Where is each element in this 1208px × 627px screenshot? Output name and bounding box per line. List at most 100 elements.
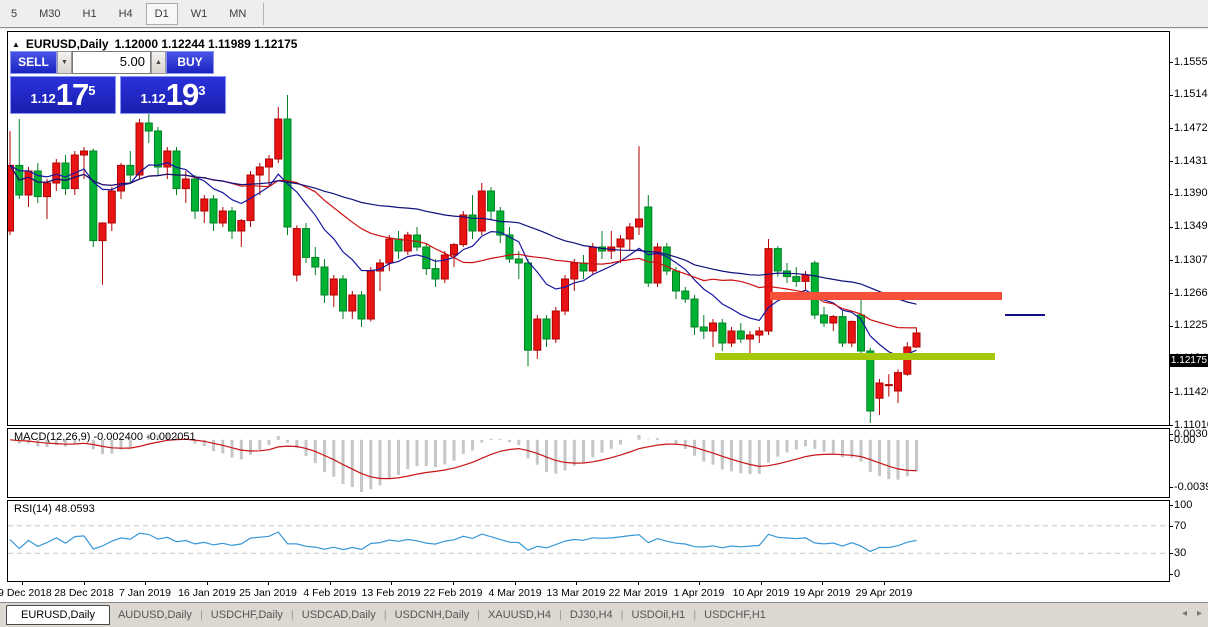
axis-tick <box>453 582 454 585</box>
resistance-line <box>770 292 1002 300</box>
chart-tab-dj30-h4[interactable]: DJ30,H4 <box>562 606 621 624</box>
bid-price-pip-digit: 5 <box>88 84 95 97</box>
timeframe-button-mn[interactable]: MN <box>220 3 255 25</box>
chart-ohlc-values: 1.12000 1.12244 1.11989 1.12175 <box>115 37 298 51</box>
chart-title: ▲ EURUSD,Daily 1.12000 1.12244 1.11989 1… <box>12 37 297 51</box>
rsi-panel[interactable] <box>7 500 1170 582</box>
sell-button[interactable]: SELL <box>10 51 57 74</box>
axis-tick <box>1170 95 1173 96</box>
chart-tab-usdchf-daily[interactable]: USDCHF,Daily <box>203 606 291 624</box>
volume-input[interactable]: 5.00 <box>72 51 151 74</box>
axis-tick <box>1170 128 1173 129</box>
date-axis-label: 13 Feb 2019 <box>356 587 426 599</box>
ask-price-base: 1.12 <box>140 88 165 110</box>
macd-axis-zero: 0.00 <box>1174 434 1195 446</box>
price-axis[interactable]: 0.0030950.00-0.003947100703001.155501.15… <box>1170 29 1208 602</box>
date-axis-label: 4 Feb 2019 <box>295 587 365 599</box>
axis-tick <box>1170 62 1173 63</box>
axis-tick <box>699 582 700 585</box>
axis-tick <box>22 582 23 585</box>
axis-tick <box>1170 434 1173 435</box>
price-axis-label: 1.14310 <box>1174 155 1208 167</box>
volume-decrease-button[interactable]: ▼ <box>57 51 72 74</box>
timeframe-button-d1[interactable]: D1 <box>146 3 178 25</box>
tabs-scroll-left-icon[interactable]: ◂ <box>1182 608 1187 619</box>
axis-tick <box>1170 440 1173 441</box>
date-axis-label: 13 Mar 2019 <box>541 587 611 599</box>
price-axis-label: 1.15140 <box>1174 88 1208 100</box>
axis-tick <box>822 582 823 585</box>
date-axis-label: 22 Feb 2019 <box>418 587 488 599</box>
date-axis-label: 25 Jan 2019 <box>233 587 303 599</box>
axis-tick <box>1170 487 1173 488</box>
bid-price-base: 1.12 <box>30 88 55 110</box>
axis-tick <box>1170 526 1173 527</box>
chart-tab-bar: EURUSD,DailyAUDUSD,Daily|USDCHF,Daily|US… <box>0 602 1208 627</box>
price-axis-label: 1.11420 <box>1174 386 1208 398</box>
axis-tick <box>1170 392 1173 393</box>
axis-tick <box>1170 194 1173 195</box>
axis-tick <box>1170 505 1173 506</box>
axis-tick <box>1170 574 1173 575</box>
rsi-axis-label: 0 <box>1174 568 1180 580</box>
macd-label: MACD(12,26,9) -0.002400 -0.002051 <box>14 431 196 443</box>
chart-tab-eurusd-daily[interactable]: EURUSD,Daily <box>6 605 110 625</box>
rsi-chart[interactable] <box>8 501 1169 581</box>
timeframe-button-w1[interactable]: W1 <box>182 3 217 25</box>
axis-tick <box>761 582 762 585</box>
timeframe-button-m30[interactable]: M30 <box>30 3 69 25</box>
chart-tab-xauusd-h4[interactable]: XAUUSD,H4 <box>480 606 559 624</box>
axis-tick <box>268 582 269 585</box>
buy-button[interactable]: BUY <box>166 51 214 74</box>
date-axis-label: 4 Mar 2019 <box>480 587 550 599</box>
volume-increase-button[interactable]: ▲ <box>151 51 166 74</box>
axis-tick <box>1170 161 1173 162</box>
timeframe-button-h4[interactable]: H4 <box>110 3 142 25</box>
ask-price-pip-digit: 3 <box>198 84 205 97</box>
date-axis-label: 7 Jan 2019 <box>110 587 180 599</box>
axis-tick <box>84 582 85 585</box>
axis-tick <box>207 582 208 585</box>
axis-tick <box>1170 260 1173 261</box>
axis-tick <box>330 582 331 585</box>
date-axis-label: 28 Dec 2018 <box>49 587 119 599</box>
chart-tab-usdcnh-daily[interactable]: USDCNH,Daily <box>387 606 478 624</box>
price-axis-label: 1.12250 <box>1174 319 1208 331</box>
ask-price-display[interactable]: 1.12 19 3 <box>120 76 226 114</box>
rsi-label: RSI(14) 48.0593 <box>14 503 95 515</box>
timeframe-button-5[interactable]: 5 <box>2 3 26 25</box>
toolbar-separator <box>263 3 264 25</box>
price-axis-label: 1.11010 <box>1174 419 1208 431</box>
candles <box>8 95 920 423</box>
chart-workspace: ▲ EURUSD,Daily 1.12000 1.12244 1.11989 1… <box>0 29 1208 602</box>
date-axis-label: 22 Mar 2019 <box>603 587 673 599</box>
chart-tab-usdcad-daily[interactable]: USDCAD,Daily <box>294 606 384 624</box>
date-axis[interactable]: 19 Dec 201828 Dec 20187 Jan 201916 Jan 2… <box>0 582 1169 602</box>
price-axis-label: 1.13070 <box>1174 254 1208 266</box>
date-axis-label: 16 Jan 2019 <box>172 587 242 599</box>
chart-tab-usdoil-h1[interactable]: USDOil,H1 <box>624 606 694 624</box>
ask-price-big-digits: 19 <box>166 80 198 110</box>
timeframe-button-h1[interactable]: H1 <box>74 3 106 25</box>
axis-tick <box>1170 227 1173 228</box>
rsi-axis-label: 100 <box>1174 499 1192 511</box>
axis-tick <box>391 582 392 585</box>
support-line <box>715 353 995 360</box>
date-axis-label: 10 Apr 2019 <box>726 587 796 599</box>
date-axis-label: 29 Apr 2019 <box>849 587 919 599</box>
chart-symbol-label: EURUSD,Daily <box>26 37 109 51</box>
bid-price-display[interactable]: 1.12 17 5 <box>10 76 116 114</box>
chart-tab-usdchf-h1[interactable]: USDCHF,H1 <box>696 606 774 624</box>
price-axis-label: 1.14720 <box>1174 122 1208 134</box>
date-axis-label: 19 Apr 2019 <box>787 587 857 599</box>
tabs-scroll-right-icon[interactable]: ▸ <box>1197 608 1202 619</box>
axis-tick <box>576 582 577 585</box>
axis-tick <box>1170 326 1173 327</box>
one-click-trading-panel: SELL ▼ 5.00 ▲ BUY 1.12 17 5 1.12 19 3 <box>10 51 226 114</box>
bid-price-big-digits: 17 <box>56 80 88 110</box>
price-axis-label: 1.13490 <box>1174 220 1208 232</box>
rsi-axis-label: 70 <box>1174 520 1186 532</box>
macd-axis-min: -0.003947 <box>1174 481 1208 493</box>
chart-tab-audusd-daily[interactable]: AUDUSD,Daily <box>110 606 200 624</box>
collapse-triangle-icon[interactable]: ▲ <box>12 40 20 49</box>
